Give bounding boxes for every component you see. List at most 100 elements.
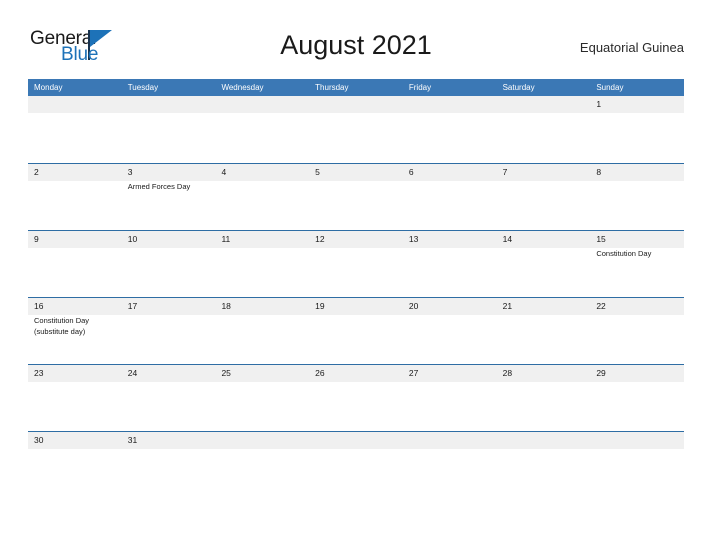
day-date-band bbox=[215, 96, 310, 113]
calendar-day-cell[interactable]: 30 bbox=[28, 432, 122, 455]
calendar-day-cell[interactable]: 14 bbox=[496, 231, 591, 297]
calendar-day-cell[interactable]: 11 bbox=[215, 231, 310, 297]
day-date-band bbox=[402, 164, 497, 181]
day-events: Armed Forces Day bbox=[128, 182, 213, 193]
calendar-empty-cell bbox=[309, 432, 403, 455]
day-date-band bbox=[496, 432, 591, 449]
day-number: 4 bbox=[221, 167, 227, 177]
day-date-band bbox=[402, 96, 497, 113]
calendar-day-cell[interactable]: 9 bbox=[28, 231, 122, 297]
calendar-day-cell[interactable]: 12 bbox=[309, 231, 403, 297]
calendar-week-row: 30 31 bbox=[28, 431, 685, 455]
holiday-label: (substitute day) bbox=[34, 326, 86, 336]
calendar-empty-cell bbox=[496, 432, 591, 455]
day-events: Constitution Day bbox=[596, 249, 681, 260]
calendar-day-cell[interactable]: 24 bbox=[121, 365, 216, 431]
day-date-band bbox=[215, 164, 310, 181]
calendar-week-cells: 16 Constitution Day (substitute day) 17 18 19… bbox=[28, 298, 685, 364]
weekday-header-monday: Monday bbox=[34, 83, 63, 92]
calendar-day-cell[interactable]: 27 bbox=[402, 365, 497, 431]
day-number: 15 bbox=[596, 234, 606, 244]
day-date-band bbox=[496, 96, 591, 113]
calendar-day-cell[interactable]: 17 bbox=[121, 298, 216, 364]
weekday-header-thursday: Thursday bbox=[315, 83, 349, 92]
calendar-empty-cell bbox=[496, 96, 591, 163]
calendar-day-cell[interactable]: 21 bbox=[496, 298, 591, 364]
day-date-band bbox=[590, 96, 685, 113]
day-number: 3 bbox=[127, 167, 133, 177]
calendar-day-cell[interactable]: 16 Constitution Day (substitute day) bbox=[28, 298, 122, 364]
calendar-empty-cell bbox=[402, 432, 497, 455]
calendar-week-row: 1 bbox=[28, 96, 685, 163]
calendar-empty-cell bbox=[121, 96, 216, 163]
page-header: General Blue August 2021 Equatorial Guin… bbox=[28, 26, 684, 74]
day-number: 18 bbox=[221, 301, 231, 311]
weekday-header-friday: Friday bbox=[408, 83, 432, 92]
calendar-day-cell[interactable]: 6 bbox=[402, 164, 497, 230]
calendar-day-cell[interactable]: 5 bbox=[309, 164, 403, 230]
day-number: 11 bbox=[221, 234, 231, 244]
calendar-day-cell[interactable]: 26 bbox=[309, 365, 403, 431]
calendar-day-cell[interactable]: 8 bbox=[590, 164, 685, 230]
calendar-day-cell[interactable]: 29 bbox=[590, 365, 685, 431]
region-label: Equatorial Guinea bbox=[579, 40, 684, 55]
calendar-week-cells: 23 24 25 26 27 28 29 bbox=[28, 365, 685, 431]
day-date-band bbox=[309, 96, 403, 113]
day-date-band bbox=[215, 432, 310, 449]
calendar-day-cell[interactable]: 15 Constitution Day bbox=[590, 231, 685, 297]
calendar-weeks: 1 2 3 Armed Forces Day 4 5 6 7 8 9 10 11 12 13 14 15 Con… bbox=[28, 96, 685, 455]
day-date-band bbox=[590, 432, 685, 449]
weekday-header-saturday: Saturday bbox=[502, 83, 535, 92]
calendar-day-cell[interactable]: 10 bbox=[121, 231, 216, 297]
day-number: 24 bbox=[127, 368, 138, 378]
day-number: 21 bbox=[502, 301, 513, 311]
calendar-empty-cell bbox=[309, 96, 403, 163]
day-date-band bbox=[590, 164, 685, 181]
day-date-band bbox=[121, 96, 216, 113]
day-number: 29 bbox=[596, 368, 606, 378]
holiday-label: Constitution Day bbox=[596, 249, 652, 258]
calendar-day-cell[interactable]: 13 bbox=[402, 231, 497, 297]
calendar-day-cell[interactable]: 25 bbox=[215, 365, 310, 431]
day-number: 8 bbox=[596, 167, 602, 177]
calendar-day-cell[interactable]: 7 bbox=[496, 164, 591, 230]
day-number: 26 bbox=[315, 368, 325, 378]
day-number: 12 bbox=[315, 234, 325, 244]
day-number: 2 bbox=[34, 167, 39, 177]
calendar-day-cell[interactable]: 4 bbox=[215, 164, 310, 230]
day-number: 9 bbox=[34, 234, 39, 244]
calendar-week-cells: 9 10 11 12 13 14 15 Constitution Day bbox=[28, 231, 685, 297]
day-number: 14 bbox=[502, 234, 513, 244]
calendar-week-row: 23 24 25 26 27 28 29 bbox=[28, 364, 685, 431]
calendar-page: General Blue August 2021 Equatorial Guin… bbox=[0, 0, 712, 550]
holiday-label: Constitution Day bbox=[34, 316, 90, 325]
holiday-label: Armed Forces Day bbox=[127, 182, 191, 191]
calendar-day-cell[interactable]: 18 bbox=[215, 298, 310, 364]
day-date-band bbox=[309, 432, 403, 449]
calendar-day-cell[interactable]: 22 bbox=[590, 298, 685, 364]
day-events: Constitution Day (substitute day) bbox=[34, 316, 119, 337]
day-number: 10 bbox=[127, 234, 138, 244]
calendar-day-cell[interactable]: 28 bbox=[496, 365, 591, 431]
weekday-header-tuesday: Tuesday bbox=[127, 83, 159, 92]
day-number: 6 bbox=[408, 167, 414, 177]
calendar-day-cell[interactable]: 31 bbox=[121, 432, 216, 455]
calendar-week-cells: 30 31 bbox=[28, 432, 685, 455]
day-number: 13 bbox=[408, 234, 419, 244]
calendar-day-cell[interactable]: 23 bbox=[28, 365, 122, 431]
day-date-band bbox=[121, 164, 216, 181]
calendar-day-cell[interactable]: 20 bbox=[402, 298, 497, 364]
calendar-week-row: 2 3 Armed Forces Day 4 5 6 7 8 bbox=[28, 163, 685, 230]
day-number: 1 bbox=[596, 99, 602, 109]
day-date-band bbox=[28, 164, 122, 181]
weekday-header-wednesday: Wednesday bbox=[221, 83, 264, 92]
day-date-band bbox=[28, 96, 122, 113]
day-number: 28 bbox=[502, 368, 513, 378]
day-date-band bbox=[309, 164, 403, 181]
calendar-day-cell[interactable]: 2 bbox=[28, 164, 122, 230]
calendar-day-cell[interactable]: 19 bbox=[309, 298, 403, 364]
calendar-day-cell[interactable]: 3 Armed Forces Day bbox=[121, 164, 216, 230]
day-number: 23 bbox=[34, 368, 44, 378]
calendar-day-cell[interactable]: 1 bbox=[590, 96, 685, 163]
weekday-header-row: Monday Tuesday Wednesday Thursday Friday… bbox=[28, 79, 684, 96]
